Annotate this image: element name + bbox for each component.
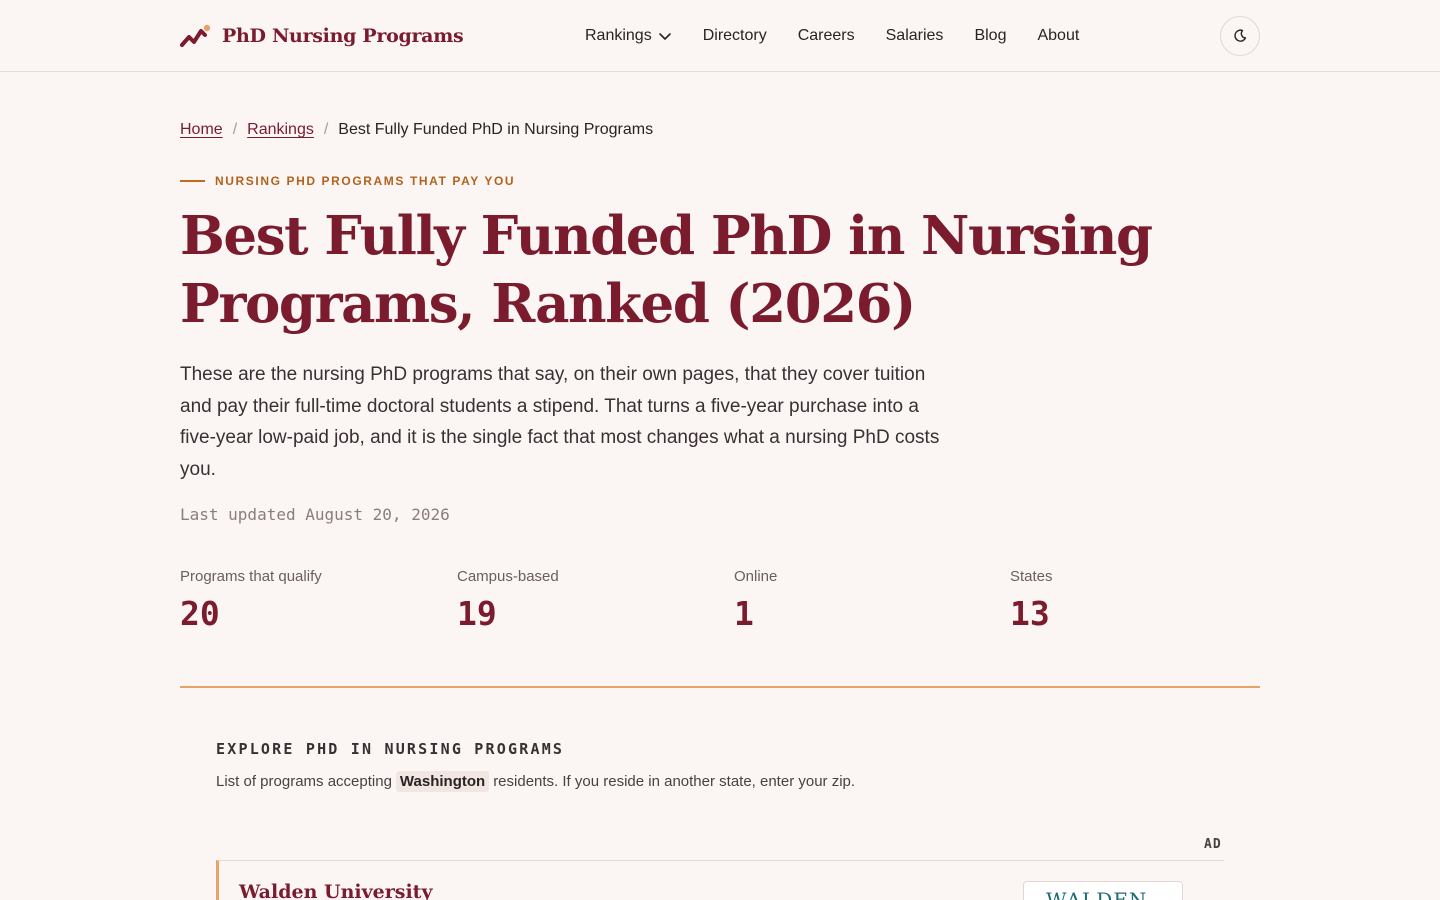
stat-programs: Programs that qualify 20 xyxy=(180,566,440,634)
breadcrumb-separator: / xyxy=(232,121,238,138)
logo-text: PhD Nursing Programs xyxy=(222,25,464,47)
explore-sub-after: residents. If you reside in another stat… xyxy=(493,772,856,790)
ad-logo-text: WALDEN xyxy=(1046,888,1148,900)
section-divider xyxy=(180,686,1260,688)
stat-value: 20 xyxy=(180,594,220,633)
eyebrow: NURSING PHD PROGRAMS THAT PAY YOU xyxy=(180,172,515,190)
site-logo[interactable]: PhD Nursing Programs xyxy=(180,22,464,50)
stat-online: Online 1 xyxy=(734,566,994,634)
ad-school-name[interactable]: Walden University xyxy=(239,881,433,900)
main-nav: Rankings Directory Careers Salaries Blog… xyxy=(585,24,1110,48)
explore-sub-before: List of programs accepting xyxy=(216,772,392,790)
breadcrumb-home[interactable]: Home xyxy=(180,121,223,139)
stat-value: 13 xyxy=(1010,594,1050,633)
nav-rankings[interactable]: Rankings xyxy=(585,27,672,45)
stat-label: Programs that qualify xyxy=(180,568,322,585)
intro-paragraph: These are the nursing PhD programs that … xyxy=(180,364,940,480)
nav-about[interactable]: About xyxy=(1037,27,1079,45)
nav-directory[interactable]: Directory xyxy=(703,27,767,45)
eyebrow-text: NURSING PHD PROGRAMS THAT PAY YOU xyxy=(215,174,516,188)
stat-states: States 13 xyxy=(1010,566,1270,634)
nav-blog[interactable]: Blog xyxy=(974,27,1006,45)
breadcrumb-separator: / xyxy=(323,121,329,138)
nav-careers[interactable]: Careers xyxy=(798,27,855,45)
eyebrow-line xyxy=(180,180,205,182)
stat-value: 19 xyxy=(457,594,497,633)
breadcrumb-rankings[interactable]: Rankings xyxy=(247,121,314,139)
stat-label: Online xyxy=(734,568,778,585)
explore-heading: EXPLORE PHD IN NURSING PROGRAMS xyxy=(216,740,565,758)
site-header: PhD Nursing Programs Rankings Directory … xyxy=(0,0,1440,72)
state-selector[interactable]: Washington xyxy=(395,770,490,792)
chevron-down-icon xyxy=(658,33,671,40)
ad-school-logo: WALDEN xyxy=(1023,881,1183,900)
theme-toggle-button[interactable] xyxy=(1220,16,1260,56)
stat-label: States xyxy=(1010,568,1053,585)
last-updated: Last updated August 20, 2026 xyxy=(180,505,450,524)
moon-icon xyxy=(1234,29,1247,42)
breadcrumb: Home / Rankings / Best Fully Funded PhD … xyxy=(180,119,653,141)
explore-subtext: List of programs accepting Washington re… xyxy=(216,769,855,793)
ad-card[interactable]: Walden University WALDEN xyxy=(216,860,1224,900)
chart-trend-icon xyxy=(180,23,212,49)
breadcrumb-current: Best Fully Funded PhD in Nursing Program… xyxy=(338,121,654,138)
nav-salaries[interactable]: Salaries xyxy=(886,27,944,45)
stat-value: 1 xyxy=(734,594,754,633)
ad-label: AD xyxy=(1204,837,1222,852)
stat-campus: Campus-based 19 xyxy=(457,566,717,634)
stat-label: Campus-based xyxy=(457,568,559,585)
nav-rankings-label: Rankings xyxy=(585,27,652,44)
page-title: Best Fully Funded PhD in Nursing Program… xyxy=(180,205,1153,335)
